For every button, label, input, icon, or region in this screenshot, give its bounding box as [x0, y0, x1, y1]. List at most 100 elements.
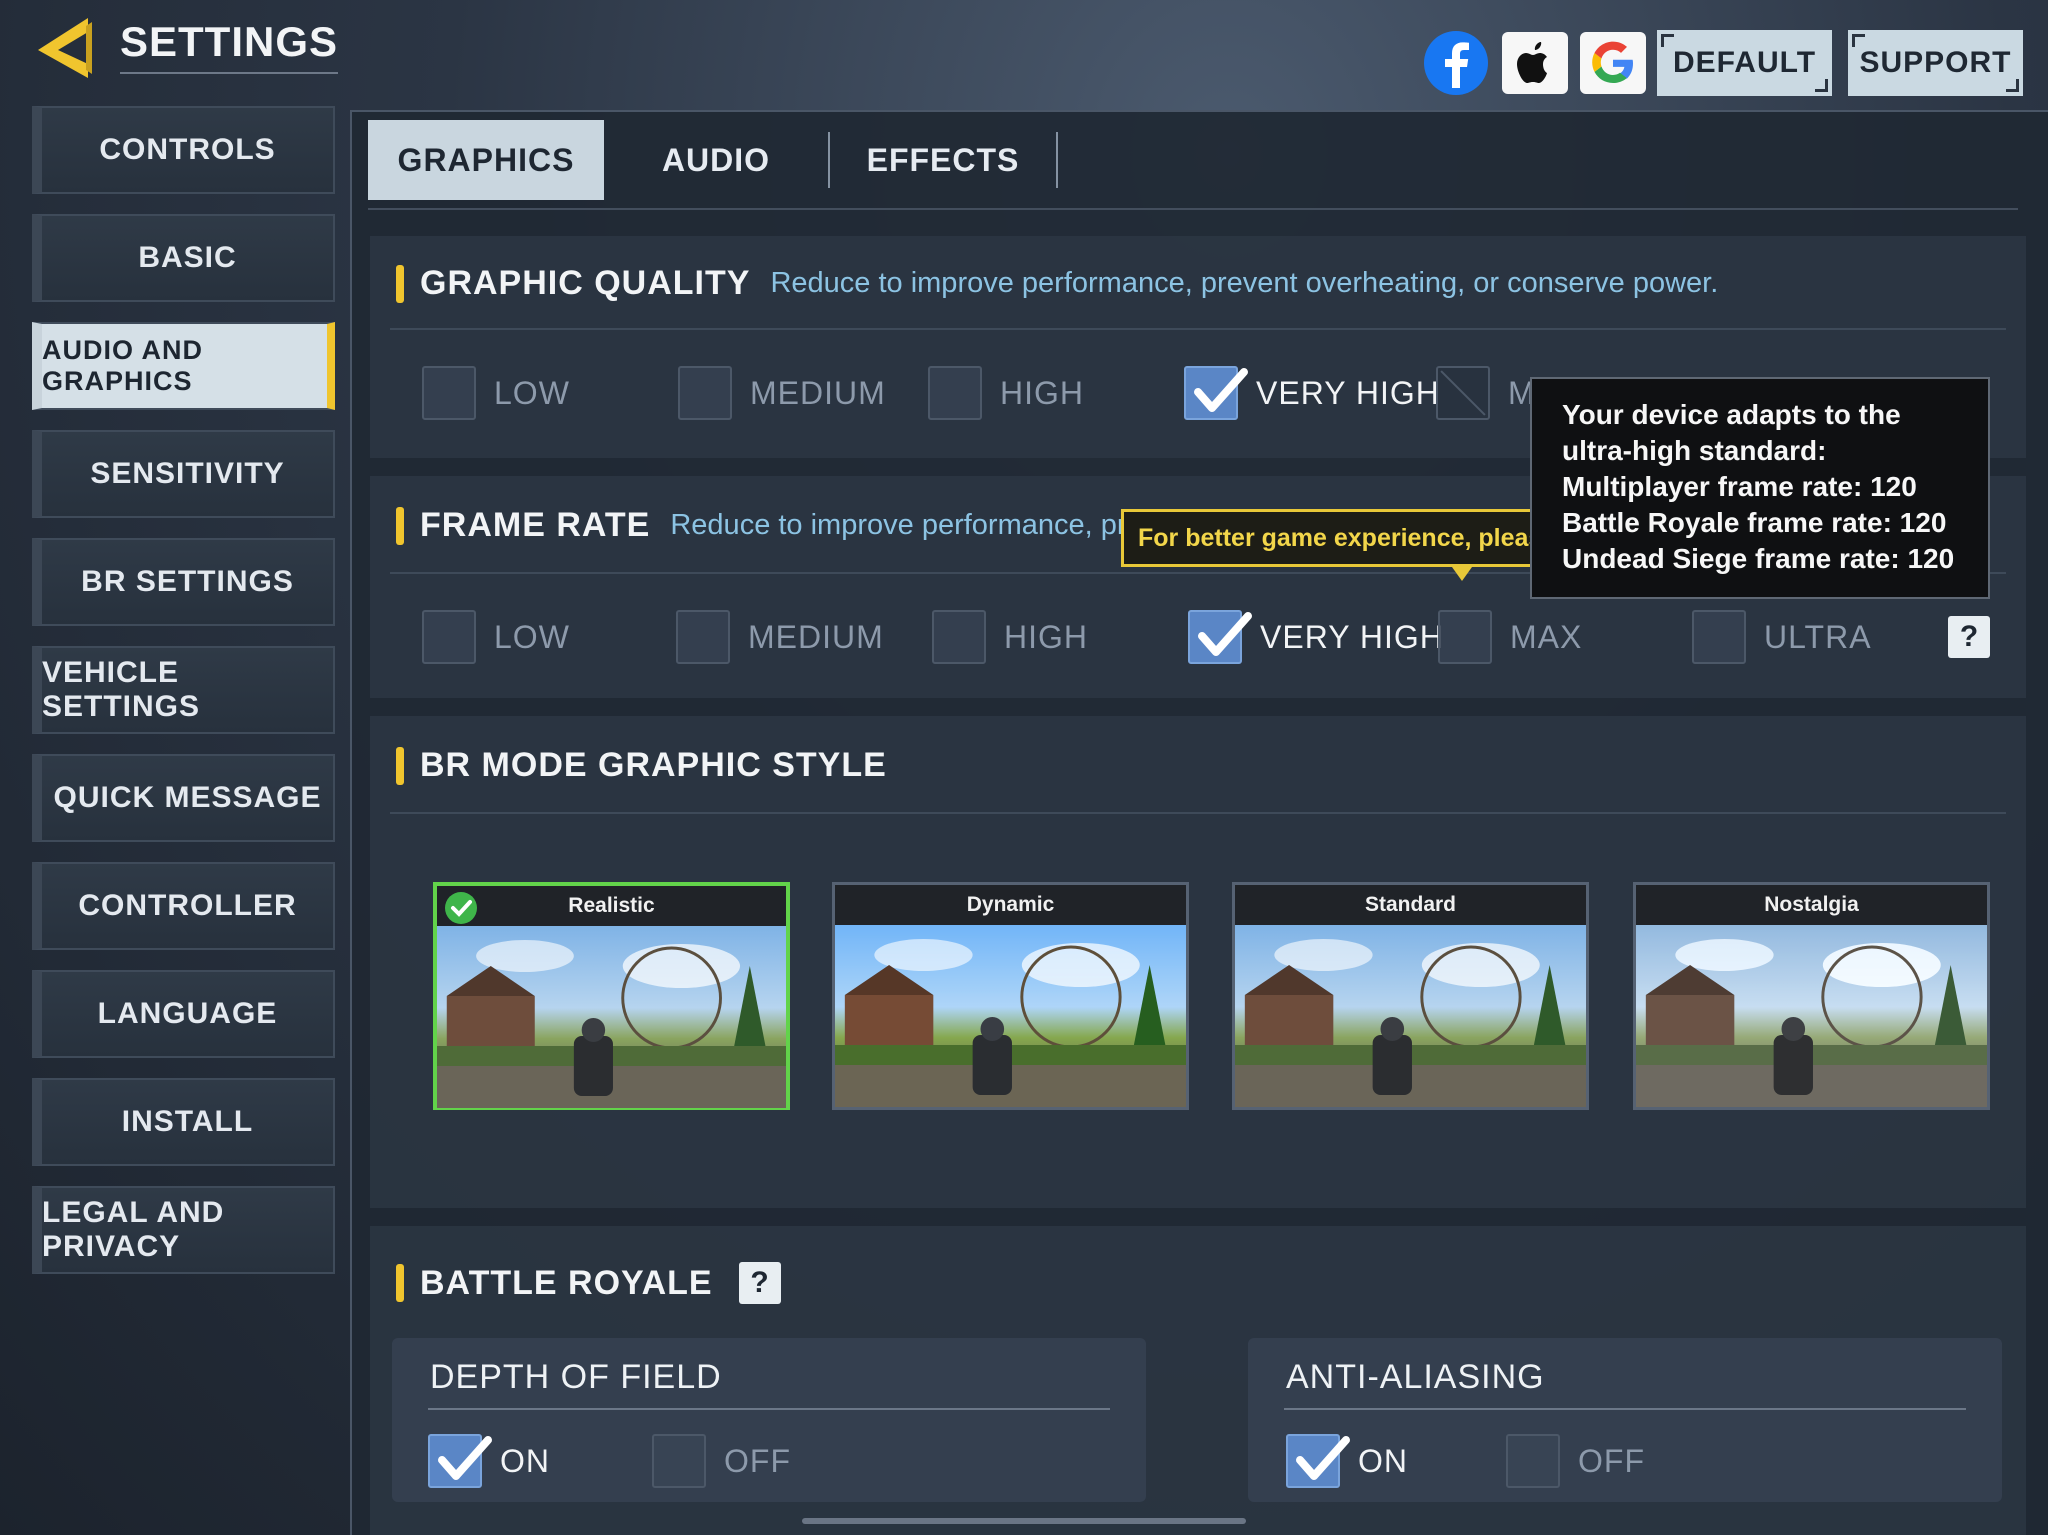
- checkbox[interactable]: [1506, 1434, 1560, 1488]
- checkbox-checked[interactable]: [1188, 610, 1252, 664]
- checkmark-icon: [1194, 368, 1248, 412]
- apple-login-button[interactable]: [1502, 32, 1568, 94]
- sidebar-item-vehicle-settings[interactable]: VEHICLE SETTINGS: [32, 646, 335, 734]
- option-label: MAX: [1510, 618, 1583, 655]
- style-preview-image: [1636, 925, 1987, 1107]
- anti-aliasing-off[interactable]: OFF: [1506, 1434, 1645, 1488]
- sidebar-item-basic[interactable]: BASIC: [32, 214, 335, 302]
- box-divider: [1284, 1408, 1966, 1410]
- graphic-quality-header: GRAPHIC QUALITY Reduce to improve perfor…: [396, 264, 1718, 303]
- sidebar-item-sensitivity[interactable]: SENSITIVITY: [32, 430, 335, 518]
- option-label: MEDIUM: [750, 374, 886, 411]
- frame-rate-medium[interactable]: MEDIUM: [676, 610, 884, 664]
- tab-effects[interactable]: EFFECTS: [830, 132, 1058, 188]
- checkbox[interactable]: [676, 610, 730, 664]
- battle-royale-help-button[interactable]: ?: [738, 1262, 781, 1304]
- anti-aliasing-on[interactable]: ON: [1286, 1434, 1408, 1488]
- sidebar-item-install[interactable]: INSTALL: [32, 1078, 335, 1166]
- option-label: OFF: [1578, 1442, 1645, 1479]
- question-mark-icon: ?: [1959, 620, 1979, 653]
- frame-rate-title: FRAME RATE: [420, 506, 651, 544]
- style-card-label: Nostalgia: [1636, 885, 1987, 925]
- checkbox-checked[interactable]: [1184, 366, 1248, 420]
- style-card-label: Standard: [1235, 885, 1586, 925]
- battle-royale-header: BATTLE ROYALE ?: [396, 1262, 781, 1304]
- option-label: VERY HIGH: [1256, 374, 1440, 411]
- frame-rate-help-button[interactable]: ?: [1948, 616, 1990, 658]
- style-preview-image: [437, 926, 786, 1108]
- frame-rate-high[interactable]: HIGH: [932, 610, 1088, 664]
- section-divider: [390, 812, 2006, 814]
- option-label: OFF: [724, 1442, 791, 1479]
- checkbox[interactable]: [1438, 610, 1492, 664]
- battle-royale-title: BATTLE ROYALE: [420, 1263, 713, 1302]
- section-divider: [390, 328, 2006, 330]
- back-arrow-icon: [38, 18, 92, 78]
- tooltip-line: Battle Royale frame rate: 120: [1562, 507, 1947, 538]
- sidebar-item-language[interactable]: LANGUAGE: [32, 970, 335, 1058]
- tab-graphics[interactable]: GRAPHICS: [368, 120, 604, 200]
- option-label: ULTRA: [1764, 618, 1872, 655]
- tooltip-arrow: [1452, 567, 1472, 581]
- tab-divider: [368, 208, 2018, 210]
- sidebar-item-br-settings[interactable]: BR SETTINGS: [32, 538, 335, 626]
- checkbox[interactable]: [422, 366, 476, 420]
- option-label: MEDIUM: [748, 618, 884, 655]
- default-button[interactable]: DEFAULT: [1657, 30, 1832, 96]
- box-divider: [428, 1408, 1110, 1410]
- anti-aliasing-box: ANTI-ALIASING ON OFF: [1248, 1338, 2002, 1502]
- style-card-realistic[interactable]: Realistic: [433, 882, 790, 1110]
- frame-rate-low[interactable]: LOW: [422, 610, 570, 664]
- checkbox[interactable]: [1692, 610, 1746, 664]
- checkbox-disabled[interactable]: [1436, 366, 1490, 420]
- style-card-dynamic[interactable]: Dynamic: [832, 882, 1189, 1110]
- sidebar-item-controls[interactable]: CONTROLS: [32, 106, 335, 194]
- checkbox[interactable]: [652, 1434, 706, 1488]
- graphic-quality-very-high[interactable]: VERY HIGH: [1184, 366, 1440, 420]
- depth-of-field-on[interactable]: ON: [428, 1434, 550, 1488]
- style-card-label: Realistic: [437, 886, 786, 926]
- frame-rate-very-high[interactable]: VERY HIGH: [1188, 610, 1444, 664]
- checkbox-checked[interactable]: [1286, 1434, 1350, 1488]
- graphic-quality-title: GRAPHIC QUALITY: [420, 264, 751, 302]
- frame-rate-max[interactable]: MAX: [1438, 610, 1582, 664]
- depth-of-field-off[interactable]: OFF: [652, 1434, 791, 1488]
- google-login-button[interactable]: [1580, 32, 1646, 94]
- tooltip-line: ultra-high standard:: [1562, 435, 1827, 466]
- tooltip-line: Undead Siege frame rate: 120: [1562, 543, 1955, 574]
- sidebar: CONTROLS BASIC AUDIO AND GRAPHICS SENSIT…: [32, 106, 335, 1294]
- apple-icon: [1517, 42, 1547, 83]
- facebook-icon: [1424, 31, 1488, 95]
- frame-rate-ultra[interactable]: ULTRA: [1692, 610, 1872, 664]
- option-label: HIGH: [1004, 618, 1088, 655]
- checkbox[interactable]: [678, 366, 732, 420]
- scroll-indicator[interactable]: [802, 1518, 1246, 1524]
- checkbox[interactable]: [422, 610, 476, 664]
- section-accent-bar: [396, 264, 404, 303]
- sidebar-item-quick-message[interactable]: QUICK MESSAGE: [32, 754, 335, 842]
- graphic-quality-low[interactable]: LOW: [422, 366, 570, 420]
- anti-aliasing-title: ANTI-ALIASING: [1286, 1358, 1545, 1396]
- option-label: HIGH: [1000, 374, 1084, 411]
- back-button[interactable]: [30, 12, 100, 82]
- sidebar-item-audio-and-graphics[interactable]: AUDIO AND GRAPHICS: [32, 322, 335, 410]
- support-button[interactable]: SUPPORT: [1848, 30, 2023, 96]
- checkbox[interactable]: [928, 366, 982, 420]
- sidebar-item-legal-and-privacy[interactable]: LEGAL AND PRIVACY: [32, 1186, 335, 1274]
- selected-check-icon: [445, 892, 477, 924]
- br-graphic-style-header: BR MODE GRAPHIC STYLE: [396, 746, 887, 785]
- google-icon: [1592, 41, 1633, 83]
- tab-audio[interactable]: AUDIO: [604, 132, 830, 188]
- facebook-login-button[interactable]: [1423, 31, 1489, 95]
- section-accent-bar: [396, 506, 404, 545]
- graphic-quality-medium[interactable]: MEDIUM: [678, 366, 886, 420]
- checkbox[interactable]: [932, 610, 986, 664]
- frame-rate-tooltip: For better game experience, please maxim…: [1121, 509, 1541, 567]
- style-card-nostalgia[interactable]: Nostalgia: [1633, 882, 1990, 1110]
- option-label: LOW: [494, 618, 570, 655]
- checkbox-checked[interactable]: [428, 1434, 492, 1488]
- sidebar-item-controller[interactable]: CONTROLLER: [32, 862, 335, 950]
- style-card-standard[interactable]: Standard: [1232, 882, 1589, 1110]
- section-accent-bar: [396, 746, 404, 785]
- graphic-quality-high[interactable]: HIGH: [928, 366, 1084, 420]
